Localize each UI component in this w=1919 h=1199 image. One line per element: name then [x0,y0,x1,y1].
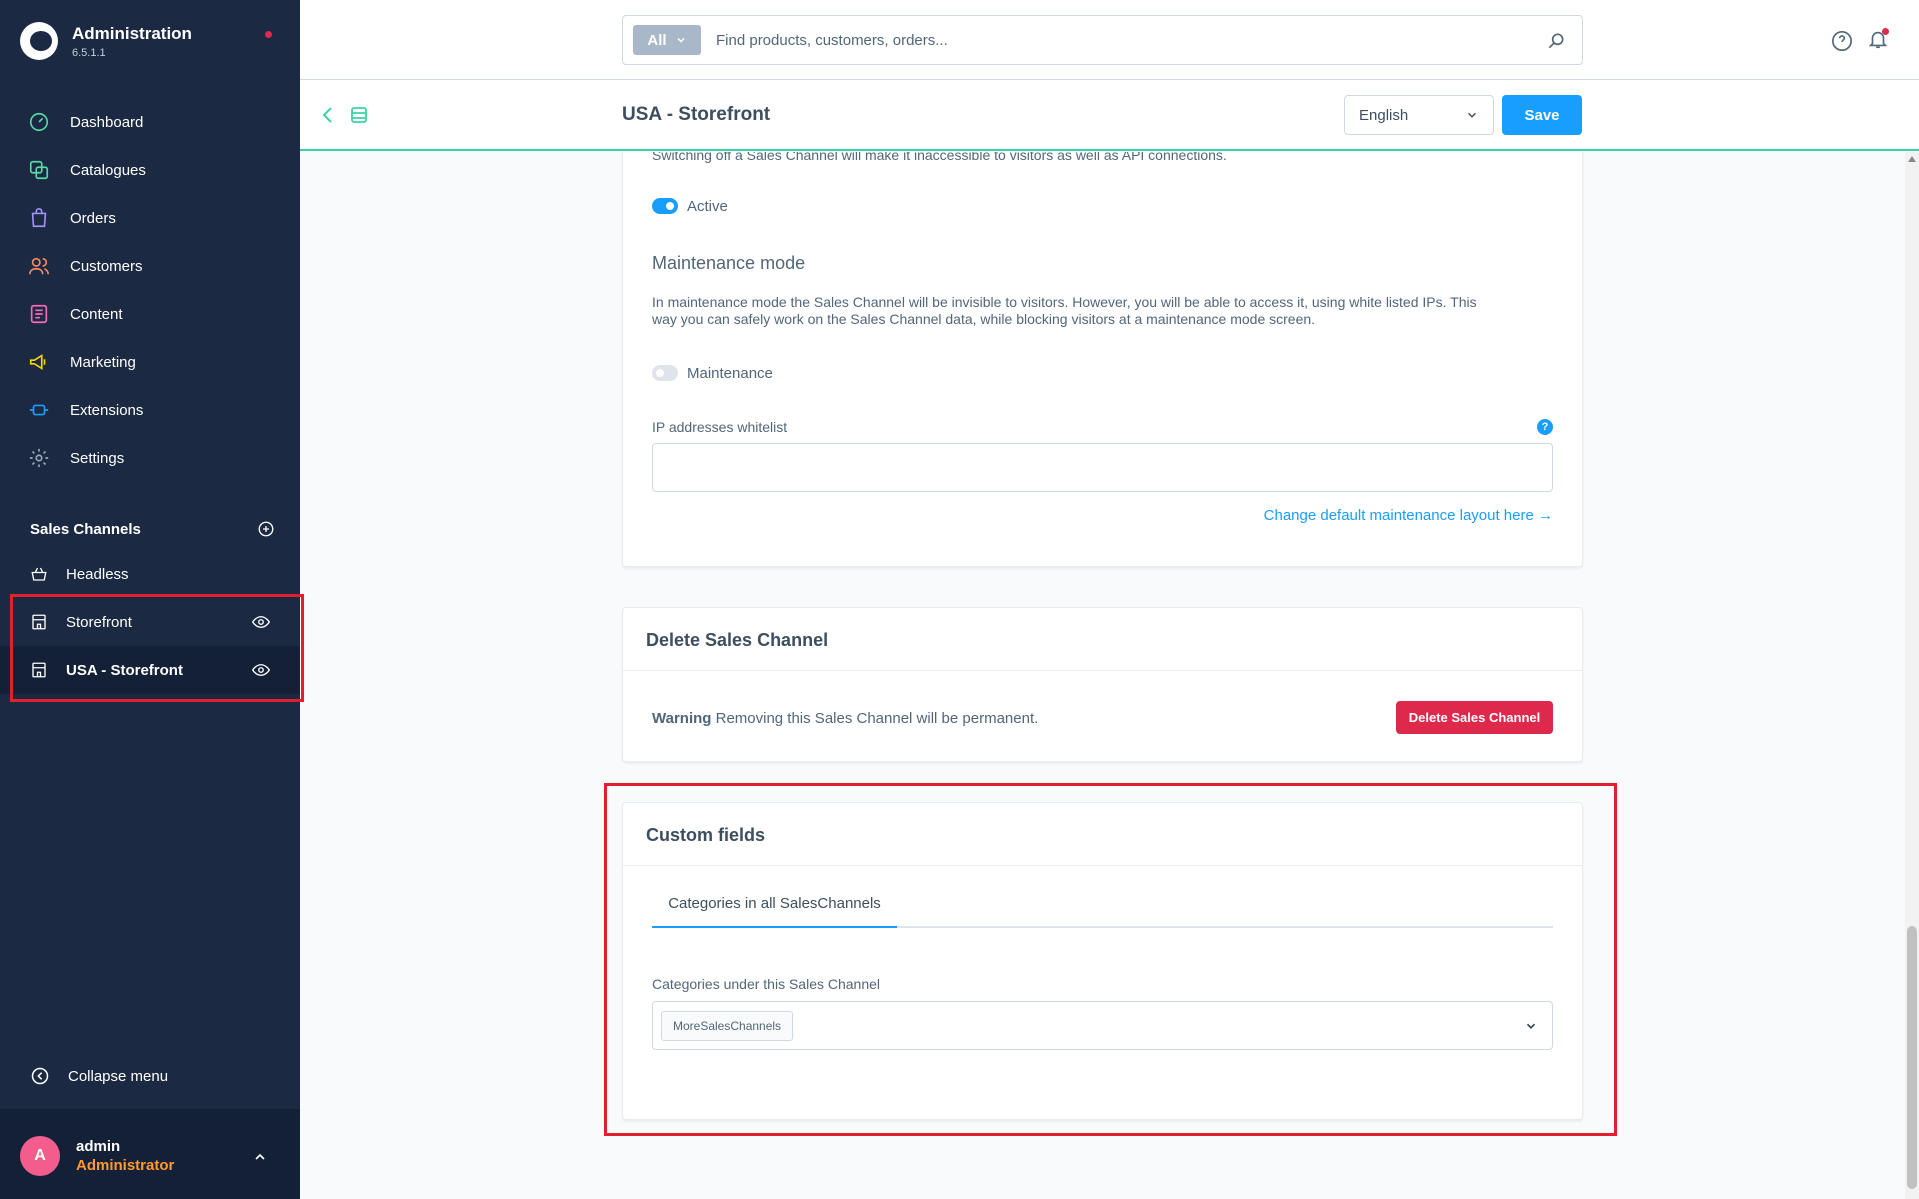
nav-item-label: Customers [70,257,143,275]
extensions-icon [28,399,50,421]
nav-item-label: Catalogues [70,161,146,179]
nav-item-settings[interactable]: Settings [0,434,300,482]
orders-icon [28,207,50,229]
maintenance-title: Maintenance mode [652,253,806,273]
nav-item-catalogues[interactable]: Catalogues [0,146,300,194]
nav-item-customers[interactable]: Customers [0,242,300,290]
sales-channel-headless[interactable]: Headless [0,550,300,598]
top-bar: All [300,0,1919,80]
warning-label: Warning [652,710,712,727]
notification-badge [1882,28,1889,35]
maintenance-toggle[interactable] [652,365,678,381]
basket-icon [31,567,47,581]
chevron-down-icon [1467,112,1477,118]
nav-item-content[interactable]: Content [0,290,300,338]
scrollbar[interactable] [1905,152,1919,1199]
list-icon[interactable] [350,106,368,124]
sales-channel-label: Headless [66,565,129,583]
language-value: English [1359,106,1409,124]
help-icon[interactable]: ? [1537,419,1553,435]
chevron-left-icon[interactable] [320,106,336,124]
language-select[interactable]: English [1344,95,1494,135]
collapse-menu-label: Collapse menu [68,1067,169,1085]
card-header: Delete Sales Channel [623,608,1582,671]
app-version: 6.5.1.1 [72,46,106,59]
brand[interactable]: Administration 6.5.1.1 [20,22,192,60]
search-type-select[interactable]: All [633,25,701,55]
page-title: USA - Storefront [622,104,771,125]
nav-item-label: Orders [70,209,116,227]
ip-whitelist-input[interactable] [652,443,1553,492]
delete-card-title: Delete Sales Channel [646,630,829,650]
collapse-menu-button[interactable]: Collapse menu [30,1066,168,1086]
maintenance-layout-link[interactable]: Change default maintenance layout here → [1223,507,1553,524]
chevron-down-icon [677,37,685,43]
content-icon [28,303,50,325]
delete-sales-channel-card: Delete Sales Channel Warning Removing th… [622,607,1583,762]
catalogue-icon [28,159,50,181]
shopware-logo [20,22,58,60]
nav-item-label: Content [70,305,123,323]
add-sales-channel-icon[interactable] [257,520,275,538]
warning-text: Removing this Sales Channel will be perm… [711,710,1039,727]
maintenance-label: Maintenance [687,365,773,382]
custom-fields-highlight-box [604,783,1617,1136]
search-input[interactable] [716,31,1516,49]
search-type-label: All [647,31,667,49]
app-title: Administration [72,23,192,43]
sales-channel-highlight-box [10,594,304,702]
active-toggle[interactable] [652,198,678,214]
nav-item-marketing[interactable]: Marketing [0,338,300,386]
search-icon[interactable] [1546,31,1566,51]
status-intro: Switching off a Sales Channel will make … [652,152,1227,163]
save-button[interactable]: Save [1502,95,1582,135]
smart-bar: USA - Storefront English Save [300,80,1919,151]
nav-item-label: Settings [70,449,125,467]
nav-item-orders[interactable]: Orders [0,194,300,242]
scrollbar-thumb[interactable] [1907,926,1917,1189]
ip-whitelist-label: IP addresses whitelist [652,419,788,435]
chevron-up-icon[interactable] [252,1149,268,1165]
dashboard-icon [28,111,50,133]
customers-icon [28,255,50,277]
notification-dot [265,31,272,38]
nav-item-label: Marketing [70,353,136,371]
delete-warning: Warning Removing this Sales Channel will… [652,710,1038,727]
user-name: admin [76,1138,121,1155]
status-card: Switching off a Sales Channel will make … [622,152,1583,567]
marketing-icon [28,351,50,373]
sales-channels-header: Sales Channels [30,520,275,538]
nav-item-label: Extensions [70,401,144,419]
nav-item-dashboard[interactable]: Dashboard [0,98,300,146]
chevron-left-circle-icon [31,1067,49,1085]
global-search: All [622,15,1583,65]
sales-channels-heading: Sales Channels [30,520,141,538]
user-role: Administrator [76,1157,175,1174]
active-label: Active [687,198,728,215]
avatar: A [20,1136,60,1176]
maintenance-text-line2: way you can safely work on the Sales Cha… [652,311,1316,327]
user-menu[interactable]: A admin Administrator [0,1109,300,1199]
scroll-up-arrow[interactable] [1908,156,1916,162]
settings-icon [28,447,50,469]
main-nav: Dashboard Catalogues Orders Customers Co… [0,98,300,482]
help-icon[interactable] [1831,30,1853,52]
nav-item-extensions[interactable]: Extensions [0,386,300,434]
nav-item-label: Dashboard [70,113,144,131]
delete-sales-channel-button[interactable]: Delete Sales Channel [1396,701,1553,734]
maintenance-text-line1: In maintenance mode the Sales Channel wi… [652,294,1477,310]
